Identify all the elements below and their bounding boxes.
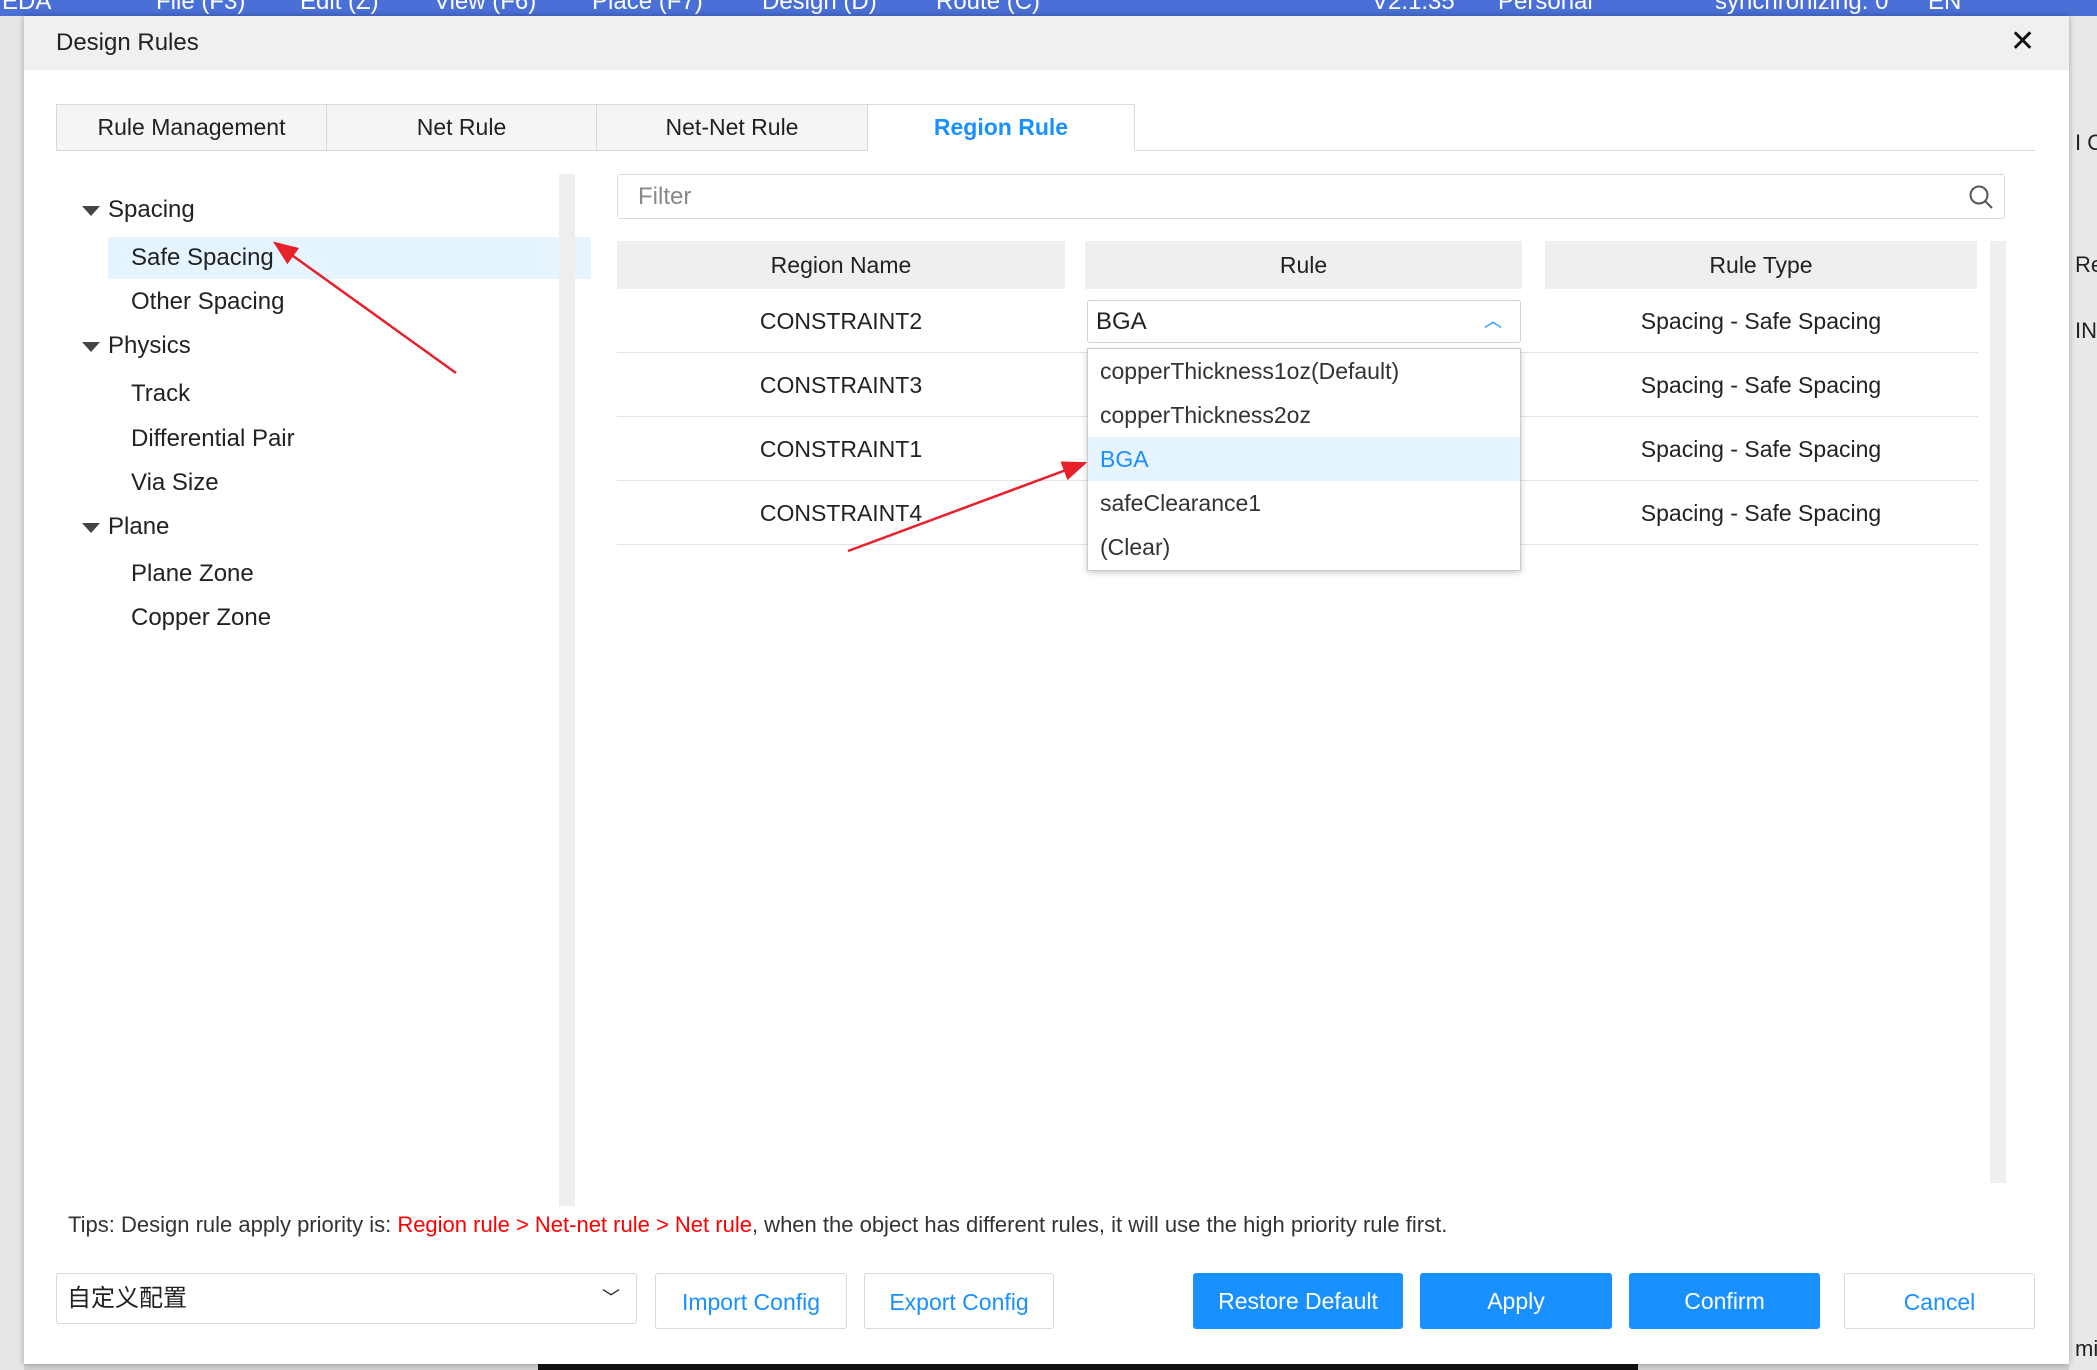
- rule-type-cell: Spacing - Safe Spacing: [1640, 308, 1882, 334]
- right-panel-text: I O: [2075, 130, 2097, 155]
- tab-region-rule[interactable]: Region Rule: [867, 104, 1135, 151]
- left-toolbar: [0, 16, 24, 1370]
- chevron-down-icon[interactable]: ﹀: [602, 1274, 620, 1323]
- tree-node-label: Spacing: [108, 196, 195, 223]
- config-select-value: 自定义配置: [67, 1285, 187, 1312]
- tree-item-via-size[interactable]: Via Size: [131, 469, 219, 497]
- option-copper-thickness-2oz[interactable]: copperThickness2oz: [1088, 393, 1520, 437]
- menu-route[interactable]: Route (C): [936, 0, 1040, 16]
- tips-prefix: Tips: Design rule apply priority is:: [68, 1212, 398, 1237]
- tips-suffix: , when the object has different rules, i…: [751, 1212, 1448, 1237]
- config-select[interactable]: 自定义配置 ﹀: [56, 1273, 637, 1324]
- right-panel-text: mil: [2075, 1336, 2097, 1361]
- rule-select-value: BGA: [1096, 308, 1147, 335]
- option-copper-thickness-1oz[interactable]: copperThickness1oz(Default): [1088, 349, 1520, 393]
- tree-node-plane[interactable]: Plane: [82, 513, 169, 541]
- tips-text: Tips: Design rule apply priority is: Reg…: [68, 1212, 1447, 1238]
- column-header-rule-type[interactable]: Rule Type: [1545, 241, 1977, 289]
- expand-triangle-icon[interactable]: [82, 522, 100, 533]
- sync-status: synchronizing: 0: [1715, 0, 1889, 15]
- filter-field[interactable]: [617, 174, 2005, 219]
- region-name-cell: CONSTRAINT2: [759, 308, 923, 334]
- column-header-region-name[interactable]: Region Name: [617, 241, 1065, 289]
- close-icon[interactable]: ✕: [2010, 24, 2035, 59]
- filter-input[interactable]: [618, 175, 1918, 218]
- menu-design[interactable]: Design (D): [762, 0, 877, 16]
- language-switch[interactable]: EN: [1928, 0, 1961, 16]
- column-header-rule[interactable]: Rule: [1085, 241, 1522, 289]
- tree-item-plane-zone[interactable]: Plane Zone: [131, 560, 254, 588]
- right-panel-text: IN: [2075, 318, 2097, 343]
- rule-select[interactable]: BGA ︿: [1087, 300, 1521, 343]
- tree-scrollbar[interactable]: [559, 174, 575, 1206]
- tab-rule-management[interactable]: Rule Management: [56, 104, 327, 151]
- canvas-edge: [538, 1364, 1638, 1370]
- right-panel: I O Re IN mil: [2069, 16, 2097, 1370]
- export-config-button[interactable]: Export Config: [864, 1273, 1054, 1329]
- dialog-title: Design Rules: [56, 29, 199, 56]
- restore-default-button[interactable]: Restore Default: [1193, 1273, 1403, 1329]
- option-clear[interactable]: (Clear): [1088, 525, 1520, 569]
- table-scrollbar[interactable]: [1990, 241, 2006, 1183]
- import-config-button[interactable]: Import Config: [655, 1273, 847, 1329]
- tab-net-net-rule[interactable]: Net-Net Rule: [596, 104, 868, 151]
- dialog-titlebar: Design Rules ✕: [24, 16, 2069, 70]
- tree-item-copper-zone[interactable]: Copper Zone: [131, 604, 271, 632]
- app-menu-bar: EDA File (F3) Edit (Z) View (F6) Place (…: [0, 0, 2097, 16]
- tree-item-track[interactable]: Track: [131, 380, 190, 408]
- rule-type-cell: Spacing - Safe Spacing: [1640, 372, 1882, 398]
- tree-node-label: Plane: [108, 513, 170, 540]
- plan-menu[interactable]: Personal: [1498, 0, 1593, 16]
- apply-button[interactable]: Apply: [1420, 1273, 1612, 1329]
- chevron-up-icon[interactable]: ︿: [1484, 301, 1502, 342]
- tree-node-label: Physics: [108, 332, 191, 359]
- menu-view[interactable]: View (F6): [434, 0, 536, 16]
- rule-tree: Spacing Safe Spacing Other Spacing Physi…: [56, 174, 591, 1206]
- expand-triangle-icon[interactable]: [82, 341, 100, 352]
- option-safe-clearance-1[interactable]: safeClearance1: [1088, 481, 1520, 525]
- tree-node-spacing[interactable]: Spacing: [82, 196, 195, 224]
- menu-file[interactable]: File (F3): [156, 0, 245, 16]
- tab-net-rule[interactable]: Net Rule: [326, 104, 597, 151]
- search-icon[interactable]: [1968, 184, 1994, 210]
- tree-item-safe-spacing[interactable]: Safe Spacing: [131, 244, 274, 272]
- rule-dropdown-list: copperThickness1oz(Default) copperThickn…: [1087, 348, 1521, 571]
- tree-item-differential-pair[interactable]: Differential Pair: [131, 425, 295, 453]
- app-logo: EDA: [2, 0, 52, 15]
- cancel-button[interactable]: Cancel: [1844, 1273, 2035, 1329]
- right-panel-text: Re: [2075, 252, 2097, 277]
- tree-node-physics[interactable]: Physics: [82, 332, 191, 360]
- menu-edit[interactable]: Edit (Z): [300, 0, 379, 16]
- region-name-cell: CONSTRAINT4: [759, 500, 923, 526]
- rule-type-cell: Spacing - Safe Spacing: [1640, 436, 1882, 462]
- confirm-button[interactable]: Confirm: [1629, 1273, 1820, 1329]
- tips-priority: Region rule > Net-net rule > Net rule: [397, 1212, 752, 1237]
- rule-type-cell: Spacing - Safe Spacing: [1640, 500, 1882, 526]
- tree-item-other-spacing[interactable]: Other Spacing: [131, 288, 284, 316]
- option-bga[interactable]: BGA: [1088, 437, 1520, 481]
- expand-triangle-icon[interactable]: [82, 205, 100, 216]
- version-label: V2.1.35: [1372, 0, 1455, 15]
- menu-place[interactable]: Place (F7): [592, 0, 703, 16]
- region-name-cell: CONSTRAINT1: [759, 436, 923, 462]
- design-rules-dialog: Design Rules ✕ Rule Management Net Rule …: [24, 16, 2069, 1364]
- region-name-cell: CONSTRAINT3: [759, 372, 923, 398]
